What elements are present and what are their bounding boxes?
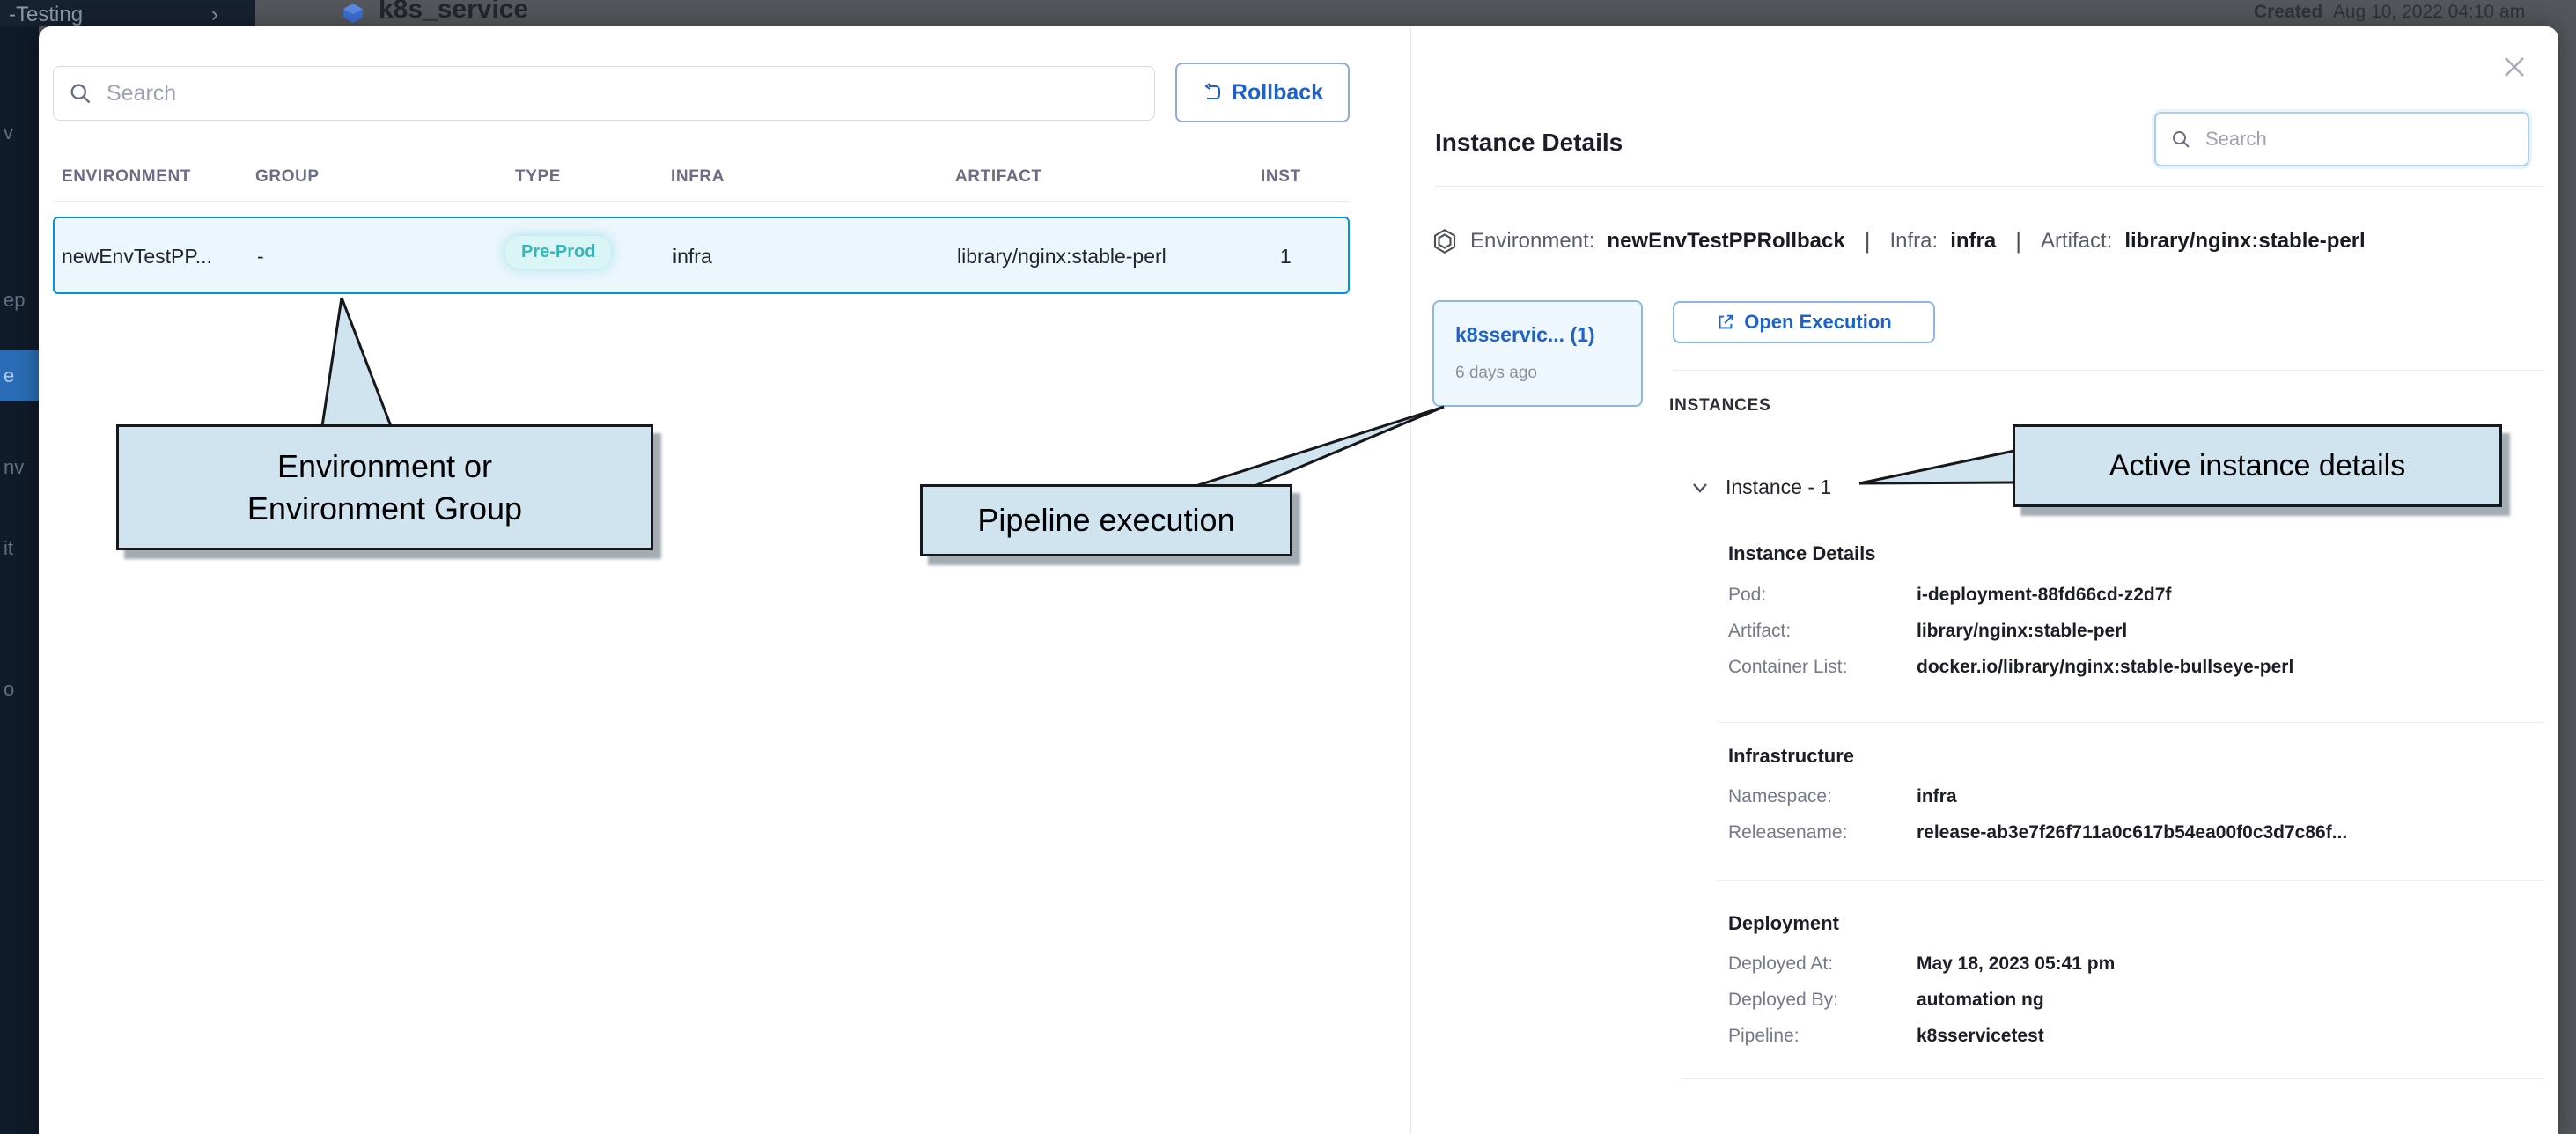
instance-search[interactable] [2154, 112, 2529, 166]
dimmed-left-nav: v ep e nv it o [0, 26, 39, 1134]
callout-environment-group: Environment or Environment Group [116, 424, 653, 550]
callout-text: Environment or [119, 446, 651, 488]
section-divider [1717, 722, 2544, 723]
col-environment: ENVIRONMENT [62, 167, 191, 187]
open-execution-label: Open Execution [1744, 311, 1891, 334]
col-artifact: ARTIFACT [955, 167, 1042, 187]
environment-icon [1432, 228, 1458, 254]
deployed-at-label: Deployed At: [1728, 954, 1833, 975]
preprod-badge: Pre-Prod [505, 236, 611, 269]
pod-value: i-deployment-88fd66cd-z2d7f [1917, 585, 2171, 606]
row-environment: newEnvTestPP... [62, 245, 212, 269]
nav-fragment: o [4, 678, 14, 701]
search-input[interactable] [105, 80, 1140, 107]
pipeline-execution-card[interactable]: k8sservic... (1) 6 days ago [1432, 300, 1643, 407]
chevron-right-icon: › [211, 0, 218, 26]
deployed-by-label: Deployed By: [1728, 990, 1838, 1011]
artifact-label: Artifact: [1728, 621, 1791, 642]
section-title-instance-details: Instance Details [1728, 542, 1876, 565]
pod-label: Pod: [1728, 585, 1766, 606]
breadcrumb-fragment: -Testing [9, 3, 83, 26]
dimmed-app-topbar: -Testing › k8s_service Created Aug 10, 2… [0, 0, 2576, 26]
infra-label: Infra: [1889, 229, 1938, 254]
external-link-icon [1716, 313, 1735, 332]
callout-text: Pipeline execution [923, 499, 1290, 541]
search-icon [2170, 129, 2191, 150]
nav-fragment: it [4, 537, 13, 560]
instance-accordion-row[interactable]: Instance - 1 [1690, 475, 1831, 499]
row-inst: 1 [1280, 245, 1292, 269]
execution-name: k8sservic... (1) [1455, 323, 1595, 347]
created-label: Created Aug 10, 2022 04:10 am [2254, 2, 2525, 23]
section-title-deployment: Deployment [1728, 912, 1839, 935]
environment-value: newEnvTestPPRollback [1607, 229, 1844, 254]
rollback-button[interactable]: Rollback [1175, 63, 1350, 122]
nav-fragment: ep [4, 289, 25, 312]
pipeline-label: Pipeline: [1728, 1026, 1800, 1047]
page-title: k8s_service [379, 0, 528, 25]
infra-value: infra [1950, 229, 1996, 254]
instance-details-modal [39, 26, 2558, 1134]
instance-row-label: Instance - 1 [1726, 475, 1831, 499]
section-divider [1717, 880, 2544, 881]
col-group: GROUP [255, 167, 320, 187]
deployed-by-value: automation ng [1917, 990, 2044, 1011]
panel-title: Instance Details [1435, 129, 1623, 157]
search-input[interactable] [2204, 127, 2513, 151]
nav-fragment: nv [4, 456, 24, 479]
chevron-down-icon [1690, 480, 1710, 496]
instances-heading: INSTANCES [1669, 396, 1771, 416]
namespace-label: Namespace: [1728, 786, 1832, 807]
backdrop-right-strip [2558, 26, 2576, 1134]
environment-table-row[interactable]: newEnvTestPP... - Pre-Prod infra library… [53, 217, 1350, 294]
row-infra: infra [673, 245, 712, 269]
separator: | [1858, 227, 1878, 254]
open-execution-button[interactable]: Open Execution [1673, 301, 1935, 343]
pipeline-value: k8sservicetest [1917, 1026, 2044, 1047]
artifact-label: Artifact: [2041, 229, 2112, 254]
search-icon [68, 81, 92, 106]
row-artifact: library/nginx:stable-perl [957, 245, 1167, 269]
nav-fragment: e [4, 364, 14, 387]
artifact-value: library/nginx:stable-perl [1917, 621, 2127, 642]
col-type: TYPE [515, 167, 561, 187]
execution-time: 6 days ago [1455, 364, 1537, 383]
callout-text: Active instance details [2015, 446, 2499, 486]
callout-text: Environment Group [119, 488, 651, 530]
separator: | [2008, 227, 2028, 254]
screen: -Testing › k8s_service Created Aug 10, 2… [0, 0, 2576, 1134]
service-cube-icon [342, 2, 364, 25]
container-list-value: docker.io/library/nginx:stable-bullseye-… [1917, 657, 2293, 678]
deployed-at-value: May 18, 2023 05:41 pm [1917, 954, 2115, 975]
releasename-label: Releasename: [1728, 822, 1847, 843]
namespace-value: infra [1917, 786, 1957, 807]
artifact-value: library/nginx:stable-perl [2124, 229, 2365, 254]
releasename-value: release-ab3e7f26f711a0c617b54ea00f0c3d7c… [1917, 822, 2347, 843]
section-title-infrastructure: Infrastructure [1728, 745, 1854, 768]
rollback-icon [1202, 82, 1223, 103]
col-infra: INFRA [671, 167, 725, 187]
container-list-label: Container List: [1728, 657, 1847, 678]
environment-label: Environment: [1470, 229, 1594, 254]
breadcrumb: -Testing › [0, 0, 255, 26]
table-header-divider [53, 201, 1350, 202]
close-icon[interactable] [2500, 53, 2528, 81]
callout-pipeline-execution: Pipeline execution [920, 484, 1292, 556]
environment-summary: Environment: newEnvTestPPRollback | Infr… [1432, 227, 2366, 254]
execution-divider [1673, 370, 2544, 371]
bottom-divider [1682, 1078, 2544, 1079]
nav-fragment: v [4, 122, 13, 144]
environment-search[interactable] [53, 66, 1155, 121]
callout-active-instance: Active instance details [2013, 424, 2502, 507]
modal-pane-divider [1410, 26, 1411, 1134]
rollback-label: Rollback [1232, 80, 1323, 106]
row-group: - [257, 245, 264, 269]
col-inst: INST [1261, 167, 1301, 187]
created-value: Aug 10, 2022 04:10 am [2333, 2, 2525, 22]
panel-title-divider [1435, 186, 2544, 187]
